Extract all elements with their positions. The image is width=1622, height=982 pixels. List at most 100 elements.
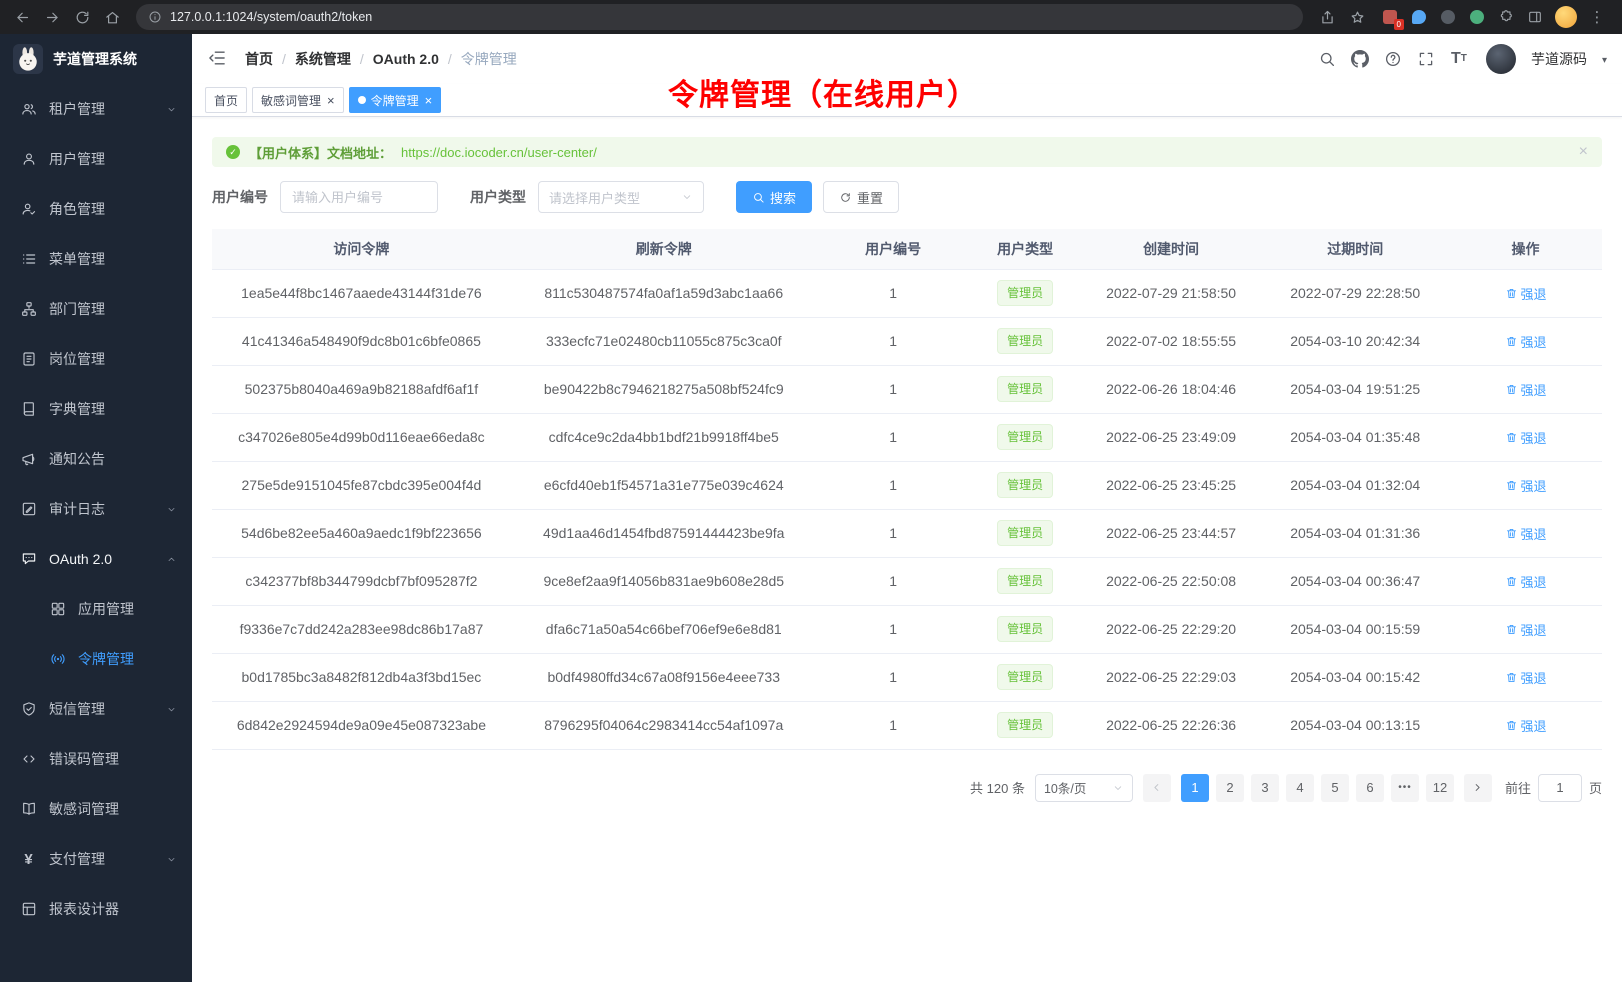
force-logout-button[interactable]: 强退 [1505, 524, 1547, 543]
force-logout-button[interactable]: 强退 [1505, 380, 1547, 399]
sidebar-item[interactable]: 报表设计器 [0, 884, 192, 934]
table-row: 6d842e2924594de9a09e45e087323abe8796295f… [212, 701, 1602, 749]
alert-close-icon[interactable]: × [1579, 144, 1588, 160]
force-logout-button[interactable]: 强退 [1505, 716, 1547, 735]
browser-more-icon[interactable]: ⋮ [1588, 8, 1606, 26]
sidebar-item[interactable]: 角色管理 [0, 184, 192, 234]
user-type-badge: 管理员 [997, 376, 1053, 402]
app-frame: 芋道管理系统 租户管理用户管理角色管理菜单管理部门管理岗位管理字典管理通知公告审… [0, 34, 1622, 982]
bookmark-star-icon[interactable] [1343, 3, 1371, 31]
username[interactable]: 芋道源码 [1531, 49, 1587, 69]
sidebar-item[interactable]: 应用管理 [0, 584, 192, 634]
font-size-icon[interactable]: TT [1450, 50, 1468, 68]
browser-address-bar[interactable]: 127.0.0.1:1024/system/oauth2/token [136, 4, 1303, 30]
force-logout-button[interactable]: 强退 [1505, 284, 1547, 303]
tab-close-icon[interactable]: × [425, 94, 433, 107]
app-logo[interactable]: 芋道管理系统 [0, 34, 192, 84]
sidebar-item-label: 通知公告 [49, 449, 177, 469]
sidebar-item[interactable]: 令牌管理 [0, 634, 192, 684]
fullscreen-icon[interactable] [1417, 50, 1435, 68]
sidebar-item[interactable]: ¥支付管理 [0, 834, 192, 884]
goto-label: 前往 [1505, 778, 1531, 797]
breadcrumb-separator: / [360, 51, 364, 67]
browser-reload-icon[interactable] [68, 3, 96, 31]
browser-panel-icon[interactable] [1526, 8, 1544, 26]
page-size-select[interactable]: 10条/页 [1035, 774, 1133, 802]
force-logout-button[interactable]: 强退 [1505, 620, 1547, 639]
site-info-icon[interactable] [148, 10, 162, 24]
cell-user-id: 1 [817, 461, 970, 509]
force-logout-button[interactable]: 强退 [1505, 428, 1547, 447]
breadcrumb-item[interactable]: 系统管理 [295, 49, 351, 69]
collapse-sidebar-icon[interactable] [207, 48, 229, 70]
sidebar-item[interactable]: 用户管理 [0, 134, 192, 184]
cell-create-time: 2022-06-25 22:26:36 [1081, 701, 1262, 749]
sidebar-menu: 租户管理用户管理角色管理菜单管理部门管理岗位管理字典管理通知公告审计日志OAut… [0, 84, 192, 982]
extension-icon-red[interactable]: 0 [1381, 8, 1399, 26]
sidebar-item[interactable]: 菜单管理 [0, 234, 192, 284]
force-logout-button[interactable]: 强退 [1505, 476, 1547, 495]
page-button[interactable]: 6 [1356, 774, 1384, 802]
breadcrumb-item[interactable]: 首页 [245, 49, 273, 69]
user-id-input[interactable] [280, 181, 438, 213]
sidebar-item[interactable]: 审计日志 [0, 484, 192, 534]
reset-button[interactable]: 重置 [823, 181, 899, 213]
tab-label: 令牌管理 [371, 92, 419, 109]
force-logout-button[interactable]: 强退 [1505, 668, 1547, 687]
megaphone-icon [20, 451, 37, 468]
chevron-down-icon [1112, 782, 1124, 794]
next-page-button[interactable] [1464, 774, 1492, 802]
search-icon[interactable] [1318, 50, 1336, 68]
cell-access-token: c342377bf8b344799dcbf7bf095287f2 [212, 557, 511, 605]
browser-profile-avatar[interactable] [1555, 6, 1577, 28]
browser-forward-icon[interactable] [38, 3, 66, 31]
extension-icon-green[interactable] [1468, 8, 1486, 26]
browser-back-icon[interactable] [8, 3, 36, 31]
force-logout-button[interactable]: 强退 [1505, 572, 1547, 591]
sidebar-item[interactable]: 短信管理 [0, 684, 192, 734]
user-type-select[interactable]: 请选择用户类型 [538, 181, 704, 213]
sidebar-item[interactable]: 错误码管理 [0, 734, 192, 784]
tab-close-icon[interactable]: × [327, 94, 335, 107]
page-button[interactable]: 2 [1216, 774, 1244, 802]
browser-home-icon[interactable] [98, 3, 126, 31]
user-type-badge: 管理员 [997, 280, 1053, 306]
sidebar-item[interactable]: OAuth 2.0 [0, 534, 192, 584]
logo-rabbit-icon [13, 44, 43, 74]
tab-item[interactable]: 首页 [205, 87, 247, 113]
force-logout-button[interactable]: 强退 [1505, 332, 1547, 351]
table-row: c347026e805e4d99b0d116eae66eda8ccdfc4ce9… [212, 413, 1602, 461]
prev-page-button[interactable] [1143, 774, 1171, 802]
page-button[interactable]: 5 [1321, 774, 1349, 802]
goto-page-input[interactable] [1538, 774, 1582, 802]
tenant-users-icon [20, 101, 37, 118]
tab-item-active[interactable]: 令牌管理 × [349, 87, 442, 113]
help-question-icon[interactable] [1384, 50, 1402, 68]
table-row: 502375b8040a469a9b82188afdf6af1fbe90422b… [212, 365, 1602, 413]
page-button[interactable]: 4 [1286, 774, 1314, 802]
breadcrumb-item[interactable]: OAuth 2.0 [373, 51, 439, 67]
github-icon[interactable] [1351, 50, 1369, 68]
page-button[interactable]: 1 [1181, 774, 1209, 802]
page-button[interactable]: 3 [1251, 774, 1279, 802]
cell-access-token: 6d842e2924594de9a09e45e087323abe [212, 701, 511, 749]
sidebar-item[interactable]: 租户管理 [0, 84, 192, 134]
user-avatar[interactable] [1486, 44, 1516, 74]
sidebar-item[interactable]: 岗位管理 [0, 334, 192, 384]
pay-yen-icon: ¥ [20, 851, 37, 868]
sidebar-item[interactable]: 字典管理 [0, 384, 192, 434]
app-title: 芋道管理系统 [53, 49, 137, 69]
tab-item[interactable]: 敏感词管理× [252, 87, 344, 113]
doc-link[interactable]: https://doc.iocoder.cn/user-center/ [401, 145, 597, 160]
extensions-puzzle-icon[interactable] [1497, 8, 1515, 26]
sidebar-item[interactable]: 通知公告 [0, 434, 192, 484]
user-caret-down-icon[interactable]: ▾ [1602, 55, 1607, 66]
share-icon[interactable] [1313, 3, 1341, 31]
page-more-button[interactable]: ••• [1391, 774, 1419, 802]
extension-icon-blue[interactable] [1410, 8, 1428, 26]
sidebar-item[interactable]: 部门管理 [0, 284, 192, 334]
page-button[interactable]: 12 [1426, 774, 1454, 802]
extension-icon-dark[interactable] [1439, 8, 1457, 26]
sidebar-item[interactable]: 敏感词管理 [0, 784, 192, 834]
search-button[interactable]: 搜索 [736, 181, 812, 213]
